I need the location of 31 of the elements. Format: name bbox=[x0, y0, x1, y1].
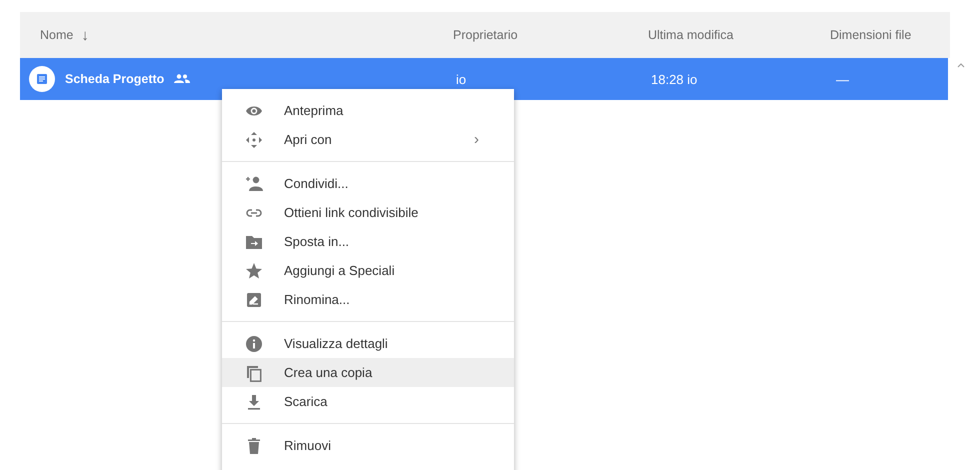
file-name: Scheda Progetto bbox=[65, 72, 164, 86]
copy-icon bbox=[245, 364, 263, 382]
document-icon bbox=[29, 66, 55, 92]
column-heading[interactable]: Ultima modifica bbox=[648, 28, 734, 42]
trash-icon bbox=[245, 436, 263, 454]
menu-item[interactable]: Aggiungi a Speciali bbox=[222, 256, 514, 285]
column-heading[interactable]: Proprietario bbox=[453, 28, 518, 42]
column-heading[interactable]: Nome bbox=[40, 28, 74, 42]
scroll-up-icon[interactable] bbox=[957, 62, 965, 68]
menu-item[interactable]: Visualizza dettagli bbox=[222, 329, 514, 358]
rename-icon bbox=[245, 290, 263, 308]
menu-item[interactable]: Rinomina... bbox=[222, 285, 514, 314]
file-row[interactable]: Scheda Progetto io 18:28 io — bbox=[20, 58, 948, 100]
sort-arrow[interactable]: ↓ bbox=[81, 26, 89, 44]
menu-item[interactable]: Rimuovi bbox=[222, 431, 514, 460]
table-cell: io bbox=[456, 72, 466, 86]
column-heading[interactable]: Dimensioni file bbox=[830, 28, 912, 42]
menu-item[interactable]: Ottieni link condivisibile bbox=[222, 198, 514, 227]
info-icon bbox=[245, 334, 263, 352]
menu-item[interactable]: Crea una copia bbox=[222, 358, 514, 387]
table-cell: — bbox=[836, 72, 849, 86]
menu-item[interactable]: Condividi... bbox=[222, 169, 514, 198]
star-icon bbox=[245, 262, 263, 280]
menu-item[interactable]: Apri con › bbox=[222, 125, 514, 154]
table-cell: 18:28 io bbox=[651, 72, 698, 86]
person-add-icon bbox=[245, 174, 263, 192]
download-icon bbox=[245, 392, 263, 410]
menu-item[interactable]: Scarica bbox=[222, 387, 514, 416]
move-icon bbox=[245, 130, 263, 148]
menu-item[interactable]: Sposta in... bbox=[222, 227, 514, 256]
submenu-arrow: › bbox=[474, 131, 479, 148]
